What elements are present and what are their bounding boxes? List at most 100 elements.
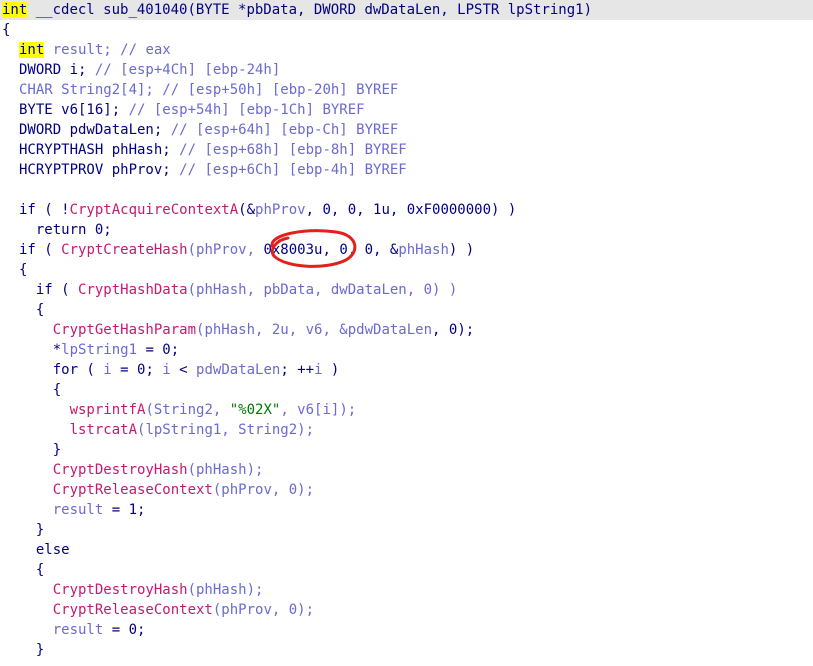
code-token: lpString1 [61,342,138,358]
code-token: CryptDestroyHash [52,582,188,598]
code-token: , 0); [432,322,475,338]
code-token: HCRYPTPROV phProv; [19,162,180,178]
code-token: return 0; [19,222,112,238]
code-token: i [314,362,323,378]
code-token: (phHash); [187,462,264,478]
code-line[interactable]: CryptReleaseContext(phProv, 0); [0,480,314,500]
code-token: wsprintfA [69,402,146,418]
code-line[interactable]: { [0,380,61,400]
code-line[interactable]: { [0,260,27,280]
code-token: // [esp+50h] [ebp-20h] BYREF [162,82,399,98]
code-token: else [19,542,70,558]
code-line[interactable]: else [0,540,70,560]
code-token: = 0; [137,342,180,358]
code-token: { [2,22,11,38]
code-token: for ( [19,362,104,378]
code-token: pdwDataLen [196,362,281,378]
code-line[interactable]: int __cdecl sub_401040(BYTE *pbData, DWO… [0,0,592,20]
code-token: ) ) [448,242,475,258]
code-line[interactable]: wsprintfA(String2, "%02X", v6[i]); [0,400,357,420]
code-line[interactable]: { [0,20,10,40]
code-line[interactable] [0,180,19,200]
code-token: // [esp+68h] [ebp-8h] BYREF [179,142,407,158]
code-line[interactable]: } [0,440,61,460]
code-token: CHAR String2[4]; [19,82,163,98]
code-token: = 0; [111,362,163,378]
code-token: CryptReleaseContext [52,602,213,618]
code-token: * [19,342,62,358]
code-line[interactable]: CHAR String2[4]; // [esp+50h] [ebp-20h] … [0,80,398,100]
code-token: CryptHashData [78,282,188,298]
code-line[interactable]: DWORD i; // [esp+4Ch] [ebp-24h] [0,60,280,80]
code-token: CryptGetHashParam [52,322,197,338]
code-token: { [19,262,28,278]
code-token: CryptReleaseContext [52,482,213,498]
code-line[interactable]: { [0,300,44,320]
code-token: HCRYPTHASH phHash; [19,142,180,158]
code-token: < [170,362,197,378]
code-token: { [19,382,62,398]
code-token: (phProv, 0); [212,482,315,498]
code-token: } [19,642,45,658]
code-token: if ( [19,282,79,298]
code-line[interactable]: HCRYPTPROV phProv; // [esp+6Ch] [ebp-4h]… [0,160,407,180]
code-token: } [19,442,62,458]
code-line[interactable]: int result; // eax [0,40,171,60]
code-line[interactable]: if ( CryptCreateHash(phProv, 0x8003u, 0,… [0,240,474,260]
code-line[interactable]: if ( CryptHashData(phHash, pbData, dwDat… [0,280,457,300]
code-token: CryptDestroyHash [52,462,188,478]
code-token: (phProv, 0); [212,602,315,618]
code-line[interactable]: HCRYPTHASH phHash; // [esp+68h] [ebp-8h]… [0,140,407,160]
code-token: result; // eax [44,42,171,58]
code-line[interactable]: BYTE v6[16]; // [esp+54h] [ebp-1Ch] BYRE… [0,100,365,120]
code-token: DWORD pdwDataLen; [19,122,171,138]
code-line[interactable]: CryptDestroyHash(phHash); [0,460,264,480]
code-token: (String2, [145,402,230,418]
code-line[interactable]: CryptDestroyHash(phHash); [0,580,264,600]
code-line[interactable]: lstrcatA(lpString1, String2); [0,420,314,440]
code-token: ; ++ [280,362,315,378]
code-line[interactable]: *lpString1 = 0; [0,340,179,360]
code-line[interactable]: DWORD pdwDataLen; // [esp+64h] [ebp-Ch] … [0,120,398,140]
code-token: if ( [19,242,62,258]
code-token: ) [322,362,340,378]
code-token: (& [238,202,256,218]
code-line[interactable]: } [0,520,44,540]
code-token: phProv [255,202,306,218]
code-token: // [esp+6Ch] [ebp-4h] BYREF [179,162,407,178]
code-token: // [esp+54h] [ebp-1Ch] BYREF [128,102,365,118]
code-token: { [19,302,45,318]
code-line[interactable]: CryptReleaseContext(phProv, 0); [0,600,314,620]
code-line[interactable]: { [0,560,44,580]
code-token: 0x8003u [263,242,323,258]
code-token: if ( ! [19,202,70,218]
code-line[interactable]: if ( !CryptAcquireContextA(&phProv, 0, 0… [0,200,516,220]
code-token: CryptAcquireContextA [69,202,239,218]
code-token: (phHash, pbData, dwDataLen, 0) ) [187,282,458,298]
code-line[interactable]: } [0,640,44,660]
code-token: = 0; [103,622,146,638]
code-token: , 0, 0, & [322,242,399,258]
code-token: = 1; [103,502,146,518]
code-token: DWORD i; [19,62,95,78]
code-line[interactable]: result = 0; [0,620,146,640]
code-line[interactable]: CryptGetHashParam(phHash, 2u, v6, &pdwDa… [0,320,474,340]
code-line[interactable]: for ( i = 0; i < pdwDataLen; ++i ) [0,360,340,380]
code-token: (phHash, 2u, v6, & [196,322,348,338]
code-token: lstrcatA [69,422,138,438]
code-token: "%02X" [229,402,281,418]
code-token: result [52,622,104,638]
code-token: { [19,562,45,578]
code-token: result [52,502,104,518]
code-token: BYTE v6[16]; [19,102,129,118]
code-token: (lpString1, String2); [137,422,315,438]
pseudocode-view: int __cdecl sub_401040(BYTE *pbData, DWO… [0,0,813,666]
code-token: phHash [398,242,449,258]
code-line[interactable]: result = 1; [0,500,146,520]
code-token: int [19,42,45,58]
code-line[interactable]: return 0; [0,220,112,240]
